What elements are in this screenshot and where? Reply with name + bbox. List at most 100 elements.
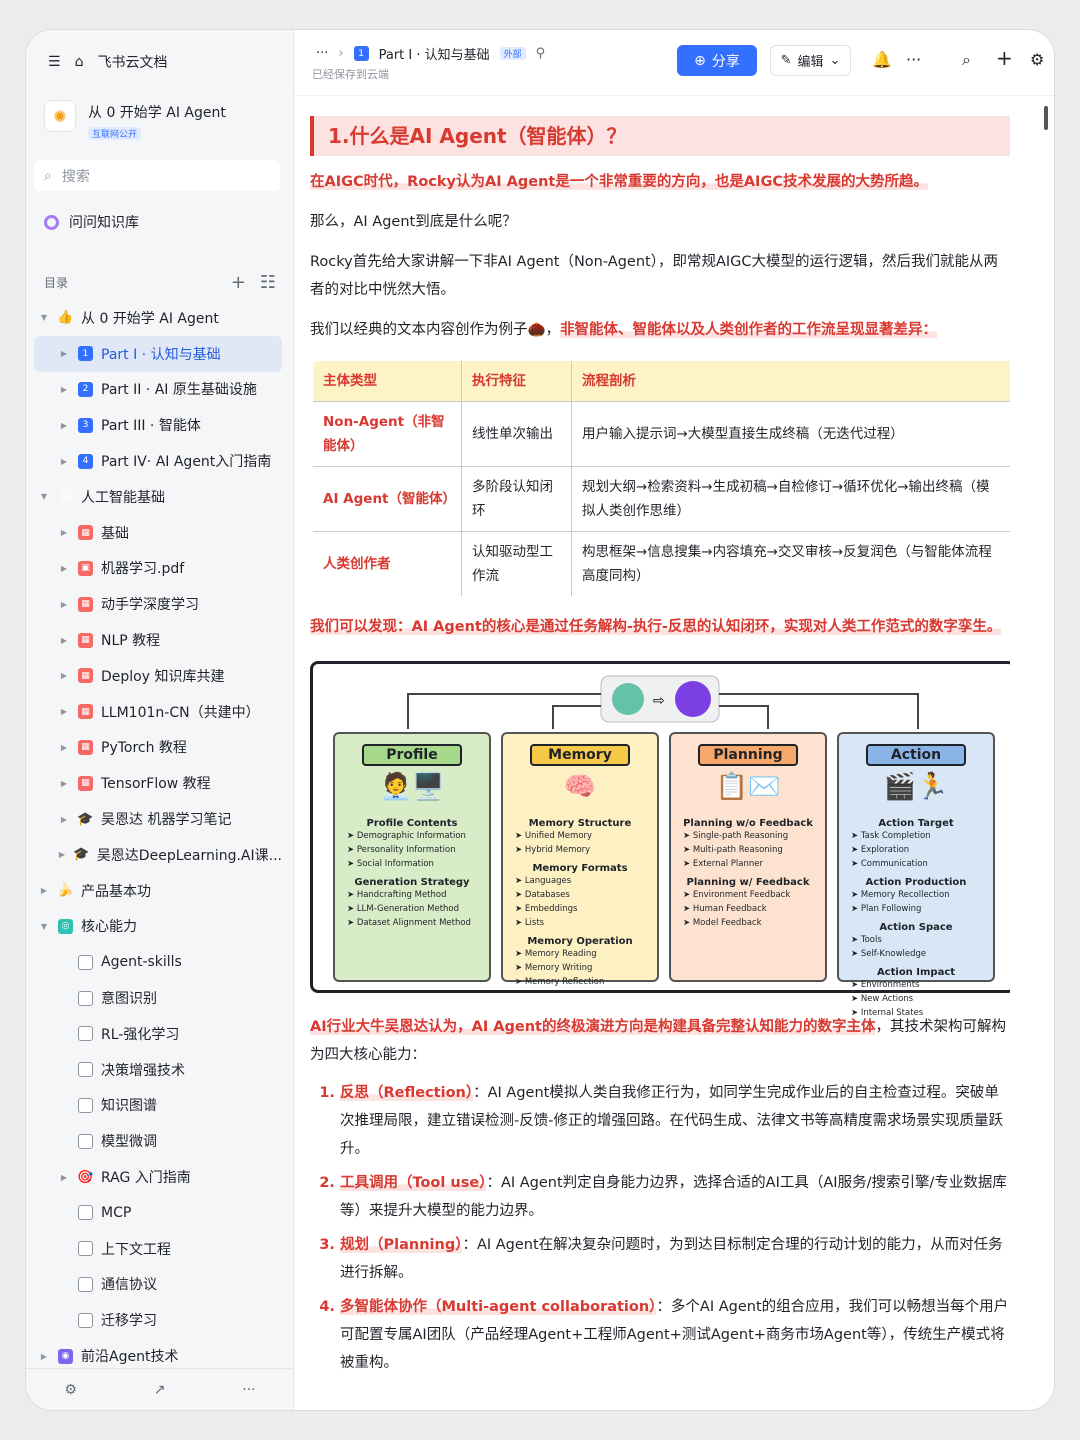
sidebar-item-label: TensorFlow 教程 [101,776,211,793]
sidebar-item[interactable]: ▶ 1 Part I · 认知与基础 [34,335,282,372]
ask-knowledge-base[interactable]: 问问知识库 [44,212,139,232]
caret-right-icon[interactable]: ▶ [58,815,70,824]
caret-right-icon[interactable]: ▶ [58,528,70,537]
toc-header: 目录 + ☷ [44,272,276,293]
diagram-item: ➤ Model Feedback [683,918,762,928]
list-item: 工具调用（Tool use）：AI Agent判定自身能力边界，选择合适的AI工… [340,1169,1010,1225]
diagram-item: ➤ Unified Memory [515,831,593,841]
sidebar-item-label: Part I · 认知与基础 [101,346,221,363]
caret-right-icon[interactable]: ▶ [58,600,70,609]
bell-icon[interactable]: 🔔 [872,50,892,69]
diagram-group-heading: Action Production [865,877,967,888]
sidebar-item[interactable]: 上下文工程 [34,1231,282,1267]
sidebar-item[interactable]: ▶ ▦ PyTorch 教程 [34,730,282,766]
caret-right-icon[interactable]: ▶ [58,743,70,752]
sidebar-item[interactable]: ▼ 😍 人工智能基础 [34,479,282,515]
caret-right-icon[interactable]: ▶ [58,707,70,716]
caret-right-icon[interactable]: ▶ [58,457,70,466]
doc-title[interactable]: Part I · 认知与基础 [379,44,490,63]
diagram-item: ➤ Memory Writing [515,963,593,973]
search-doc-icon[interactable]: ⌕ [962,50,971,70]
capability-name: 规划（Planning） [340,1237,463,1253]
sidebar-item[interactable]: 意图识别 [34,980,282,1016]
table-cell: 多阶段认知闭环 [461,466,572,532]
sidebar-item[interactable]: ▶ ▣ 机器学习.pdf [34,551,282,587]
illustration-icon: 📋✉️ [715,772,781,802]
caret-right-icon[interactable]: ▶ [58,421,70,430]
caret-down-icon[interactable]: ▼ [38,492,50,501]
main-panel: ··· › 1 Part I · 认知与基础 外部 ⚲ 已经保存到云端 ⊕ 分享… [294,30,1054,1410]
sidebar-item[interactable]: MCP [34,1195,282,1231]
home-icon[interactable]: ⌂ [75,54,84,70]
outline-icon[interactable]: ☷ [260,272,276,293]
diagram-group-heading: Profile Contents [366,818,458,829]
sidebar-item[interactable]: ▶ ▦ Deploy 知识库共建 [34,658,282,694]
sidebar-item[interactable]: 知识图谱 [34,1088,282,1124]
sidebar-item[interactable]: 模型微调 [34,1123,282,1159]
sidebar-item[interactable]: ▶ 4 Part IV· AI Agent入门指南 [34,443,282,479]
diagram-group-items: ➤ Demographic Information ➤ Personality I… [341,829,483,871]
caret-right-icon[interactable]: ▶ [58,1173,70,1182]
table-row: AI Agent（智能体） 多阶段认知闭环 规划大纲→检索资料→生成初稿→自检修… [313,466,1010,532]
table-cell: 人类创作者 [313,531,462,596]
caret-right-icon[interactable]: ▶ [58,349,70,358]
table-header: 流程剖析 [571,361,1010,402]
item-icon [78,1205,93,1221]
diagram-group-heading: Memory Structure [528,818,632,829]
sidebar-item[interactable]: ▶ ▦ 动手学深度学习 [34,586,282,622]
settings-icon[interactable]: ⚙ [64,1382,77,1398]
caret-right-icon[interactable]: ▶ [58,671,70,680]
share-out-icon[interactable]: ↗ [154,1382,166,1398]
item-icon [78,1241,93,1257]
settings-gear-icon[interactable]: ⚙ [1030,50,1044,69]
caret-down-icon[interactable]: ▼ [38,922,50,931]
search-input[interactable]: ⌕ 搜索 [34,160,280,191]
new-icon[interactable]: + [996,46,1013,70]
add-icon[interactable]: + [231,272,246,293]
caret-right-icon[interactable]: ▶ [58,636,70,645]
app-name[interactable]: 飞书云文档 [97,52,167,72]
sidebar-item[interactable]: ▶ ▦ 基础 [34,515,282,551]
breadcrumb-more[interactable]: ··· [316,46,328,61]
diagram-item: ➤ Environment Feedback [683,890,791,900]
caret-right-icon[interactable]: ▶ [58,850,66,859]
edit-button[interactable]: ✎ 编辑 ⌄ [770,45,851,76]
list-item: 规划（Planning）：AI Agent在解决复杂问题时，为到达目标制定合理的… [340,1231,1010,1287]
diagram-item: ➤ Tools [851,935,882,945]
collapse-sidebar-icon[interactable]: ☰ [48,54,61,70]
sidebar-item[interactable]: ▶ 🍌 产品基本功 [34,873,282,909]
sidebar-item[interactable]: ▶ ▦ LLM101n-CN（共建中） [34,694,282,730]
sidebar-item[interactable]: ▼ 👍 从 0 开始学 AI Agent [34,300,282,336]
caret-right-icon[interactable]: ▶ [38,886,50,895]
sidebar-item[interactable]: ▶ 🎓 吴恩达DeepLearning.AI课... [34,837,282,873]
diagram-item: ➤ Lists [515,918,545,928]
sidebar-item-label: 核心能力 [81,919,137,936]
sidebar-item[interactable]: ▶ 🎓 吴恩达 机器学习笔记 [34,801,282,837]
sidebar-item[interactable]: ▶ 2 Part II · AI 原生基础设施 [34,372,282,408]
sidebar-item[interactable]: ▶ 3 Part III · 智能体 [34,407,282,443]
more-options-icon[interactable]: ··· [906,50,921,69]
sidebar-item-label: 产品基本功 [81,883,151,900]
sidebar-item[interactable]: ▶ ▦ NLP 教程 [34,622,282,658]
space-header[interactable]: ✺ 从 0 开始学 AI Agent 互联网公开 [44,100,226,141]
sidebar-item[interactable]: 决策增强技术 [34,1052,282,1088]
diagram-item: ➤ Demographic Information [347,831,466,841]
sidebar-item[interactable]: RL-强化学习 [34,1016,282,1052]
scrollbar[interactable] [1044,106,1048,130]
sidebar-item[interactable]: ▼ ◎ 核心能力 [34,909,282,945]
sidebar-item[interactable]: ▶ 🎯 RAG 入门指南 [34,1159,282,1195]
sidebar-item[interactable]: 通信协议 [34,1267,282,1303]
caret-down-icon[interactable]: ▼ [38,313,50,322]
sidebar-item[interactable]: Agent-skills [34,944,282,980]
caret-right-icon[interactable]: ▶ [58,385,70,394]
sidebar-item-label: Deploy 知识库共建 [101,668,225,685]
caret-right-icon[interactable]: ▶ [38,1352,50,1361]
sidebar-item[interactable]: ▶ ▦ TensorFlow 教程 [34,765,282,801]
sidebar-item-label: 前沿Agent技术 [81,1349,179,1365]
caret-right-icon[interactable]: ▶ [58,564,70,573]
more-icon[interactable]: ··· [242,1382,255,1398]
caret-right-icon[interactable]: ▶ [58,779,70,788]
pin-icon[interactable]: ⚲ [536,46,546,61]
sidebar-item[interactable]: 迁移学习 [34,1302,282,1338]
share-button[interactable]: ⊕ 分享 [677,45,757,76]
